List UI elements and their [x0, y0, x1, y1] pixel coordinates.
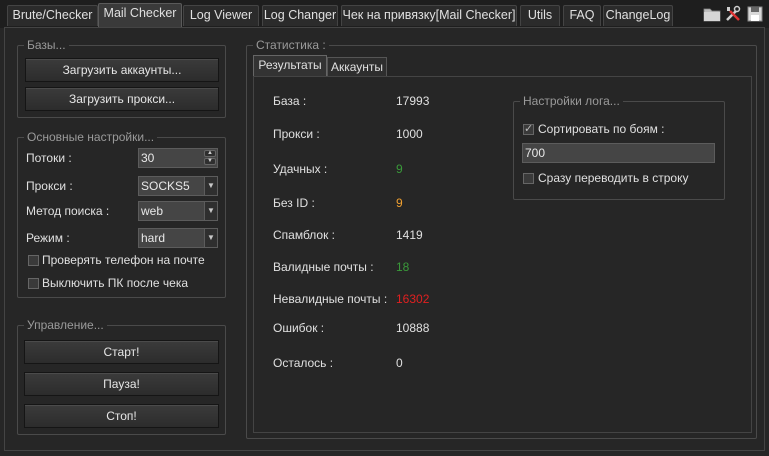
proxy-type-label: Прокси : [26, 179, 73, 193]
check-phone-checkbox[interactable] [28, 255, 39, 266]
tools-icon[interactable] [724, 5, 742, 23]
load-proxies-button[interactable]: Загрузить прокси... [25, 87, 219, 111]
stat-label: База : [273, 94, 307, 108]
stat-label: Невалидные почты : [273, 292, 388, 306]
folder-icon[interactable] [703, 5, 721, 23]
sort-by-fights-label: Сортировать по боям : [538, 122, 665, 136]
to-line-checkbox[interactable] [523, 173, 534, 184]
stat-value: 9 [396, 162, 403, 176]
chevron-down-icon[interactable]: ▼ [204, 229, 217, 247]
stop-button[interactable]: Стоп! [24, 404, 219, 428]
tab-mail-checker[interactable]: Mail Checker [98, 3, 182, 27]
mode-label: Режим : [26, 231, 70, 245]
sort-value-input[interactable]: 700 [522, 143, 715, 163]
start-button[interactable]: Старт! [24, 340, 219, 364]
stat-value: 16302 [396, 292, 430, 306]
threads-label: Потоки : [26, 151, 72, 165]
search-method-select[interactable]: web ▼ [138, 201, 218, 221]
stat-label: Без ID : [273, 196, 315, 210]
load-accounts-button[interactable]: Загрузить аккаунты... [25, 58, 219, 82]
tab-brute-checker[interactable]: Brute/Checker [7, 5, 98, 26]
stat-label: Прокси : [273, 127, 320, 141]
tab-accounts[interactable]: Аккаунты [327, 57, 387, 77]
tab-bar: Brute/Checker Mail Checker Log Viewer Lo… [0, 0, 769, 28]
tab-log-changer[interactable]: Log Changer [262, 5, 338, 26]
stat-label: Удачных : [273, 162, 328, 176]
stat-value: 17993 [396, 94, 430, 108]
tab-changelog[interactable]: ChangeLog [603, 5, 673, 26]
shutdown-label: Выключить ПК после чека [42, 276, 189, 290]
stat-label: Спамблок : [273, 228, 336, 242]
log-settings-title: Настройки лога... [523, 94, 620, 108]
threads-spinner[interactable]: ▲ ▼ [204, 150, 216, 166]
stat-value: 9 [396, 196, 403, 210]
stat-value: 1000 [396, 127, 423, 141]
stat-label: Валидные почты : [273, 260, 374, 274]
to-line-label: Сразу переводить в строку [538, 171, 689, 185]
chevron-down-icon[interactable]: ▼ [204, 202, 217, 220]
mode-select[interactable]: hard ▼ [138, 228, 218, 248]
stat-value: 18 [396, 260, 410, 274]
tab-faq[interactable]: FAQ [563, 5, 601, 26]
sort-by-fights-checkbox[interactable] [523, 122, 534, 135]
tab-utils[interactable]: Utils [520, 5, 560, 26]
stat-value: 10888 [396, 321, 430, 335]
proxy-type-select[interactable]: SOCKS5 ▼ [138, 176, 218, 196]
stat-label: Осталось : [273, 356, 334, 370]
save-icon[interactable] [746, 5, 764, 23]
threads-input[interactable]: 30 ▲ ▼ [138, 148, 218, 168]
stat-label: Ошибок : [273, 321, 325, 335]
search-method-label: Метод поиска : [26, 204, 110, 218]
shutdown-checkbox[interactable] [28, 278, 39, 289]
stat-value: 1419 [396, 228, 423, 242]
stat-value: 0 [396, 356, 403, 370]
settings-title: Основные настройки... [27, 130, 155, 144]
tab-results[interactable]: Результаты [253, 55, 327, 77]
bases-title: Базы... [27, 38, 66, 52]
check-phone-label: Проверять телефон на почте [42, 253, 205, 267]
pause-button[interactable]: Пауза! [24, 372, 219, 396]
tab-log-viewer[interactable]: Log Viewer [183, 5, 259, 26]
chevron-down-icon[interactable]: ▼ [204, 177, 217, 195]
control-title: Управление... [27, 318, 104, 332]
stats-title: Статистика : [256, 38, 326, 52]
tab-bind-check[interactable]: Чек на привязку[Mail Checker] [341, 5, 517, 26]
